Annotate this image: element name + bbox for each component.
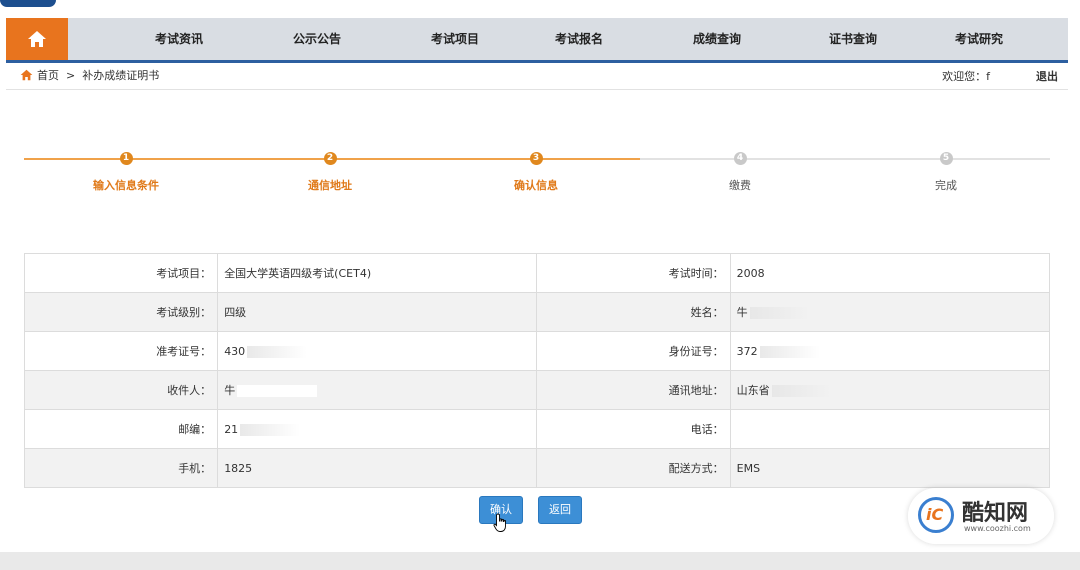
step-1: 1 输入信息条件 — [66, 152, 186, 193]
step-4-marker: 4 — [733, 152, 747, 165]
logout-link[interactable]: 退出 — [1036, 68, 1058, 84]
field-label: 通讯地址： — [536, 370, 731, 410]
nav-item-announcements[interactable]: 公示公告 — [262, 18, 372, 60]
step-5-label: 完成 — [935, 179, 957, 192]
redaction-blur — [237, 385, 318, 397]
field-label: 考试项目： — [23, 253, 219, 293]
field-value: 2008 — [729, 253, 1051, 293]
field-label: 邮编： — [23, 409, 219, 449]
field-value — [729, 409, 1051, 449]
step-5: 5 完成 — [886, 152, 1006, 193]
field-label: 考试时间： — [536, 253, 731, 293]
field-value: 山东省 — [729, 370, 1051, 410]
field-value: 21 — [217, 409, 538, 449]
field-value: 430 — [217, 331, 538, 371]
watermark-logo-icon: iC — [918, 497, 954, 533]
back-button[interactable]: 返回 — [538, 496, 582, 524]
step-3-marker: 3 — [529, 152, 543, 165]
field-value: 1825 — [217, 448, 538, 488]
redaction-blur — [240, 423, 301, 436]
nav-item-research[interactable]: 考试研究 — [924, 18, 1034, 60]
step-2-marker: 2 — [323, 152, 337, 165]
redaction-blur — [749, 307, 810, 319]
step-4-label: 缴费 — [729, 179, 751, 192]
breadcrumb-separator: > — [66, 68, 76, 82]
watermark-url: www.coozhi.com — [964, 524, 1031, 533]
field-value: EMS — [729, 448, 1051, 488]
field-label: 考试级别： — [23, 292, 219, 332]
redaction-blur — [759, 345, 820, 358]
watermark-title: 酷知网 — [962, 501, 1029, 526]
breadcrumb-home-link[interactable]: 首页 — [37, 67, 59, 83]
welcome-text: 欢迎您：f — [942, 70, 990, 83]
table-row: 准考证号： 430 身份证号： 372 — [23, 331, 1051, 371]
table-row: 收件人： 牛 通讯地址： 山东省 — [23, 370, 1051, 410]
table-row: 手机： 1825 配送方式： EMS — [23, 448, 1051, 488]
nav-item-news[interactable]: 考试资讯 — [124, 18, 234, 60]
table-row: 考试项目： 全国大学英语四级考试(CET4) 考试时间： 2008 — [23, 253, 1051, 293]
field-value: 372 — [729, 331, 1051, 371]
home-icon — [20, 69, 33, 81]
field-label: 手机： — [23, 448, 219, 488]
progress-steps: 1 输入信息条件 2 通信地址 3 确认信息 4 缴费 5 完成 — [24, 145, 1050, 205]
field-value: 牛 — [217, 370, 538, 410]
breadcrumb-current: 补办成绩证明书 — [82, 69, 160, 82]
field-value: 全国大学英语四级考试(CET4) — [217, 253, 538, 293]
home-button[interactable] — [6, 18, 68, 60]
hand-cursor-icon — [493, 513, 506, 532]
field-label: 电话： — [536, 409, 731, 449]
field-label: 准考证号： — [23, 331, 219, 371]
main-nav: 考试资讯 公示公告 考试项目 考试报名 成绩查询 证书查询 考试研究 — [6, 18, 1068, 63]
redaction-blur — [771, 385, 832, 397]
step-2: 2 通信地址 — [270, 152, 390, 193]
watermark: iC 酷知网 www.coozhi.com — [908, 488, 1054, 544]
field-label: 身份证号： — [536, 331, 731, 371]
step-1-marker: 1 — [119, 152, 133, 165]
step-2-label: 通信地址 — [308, 179, 352, 192]
field-value: 牛 — [729, 292, 1051, 332]
table-row: 邮编： 21 电话： — [23, 409, 1051, 449]
breadcrumb: 首页 > 补办成绩证明书 — [20, 67, 159, 83]
table-row: 考试级别： 四级 姓名： 牛 — [23, 292, 1051, 332]
field-label: 姓名： — [536, 292, 731, 332]
field-value: 四级 — [217, 292, 538, 332]
redaction-blur — [247, 345, 308, 358]
nav-item-projects[interactable]: 考试项目 — [400, 18, 510, 60]
nav-item-score-query[interactable]: 成绩查询 — [662, 18, 772, 60]
step-4: 4 缴费 — [680, 152, 800, 193]
step-1-label: 输入信息条件 — [93, 179, 159, 192]
breadcrumb-bar: 首页 > 补办成绩证明书 欢迎您：f 退出 — [6, 63, 1068, 90]
field-label: 配送方式： — [536, 448, 731, 488]
nav-item-certificate-query[interactable]: 证书查询 — [798, 18, 908, 60]
home-icon — [28, 31, 46, 47]
info-table: 考试项目： 全国大学英语四级考试(CET4) 考试时间： 2008 考试级别： … — [23, 253, 1051, 488]
step-5-marker: 5 — [939, 152, 953, 165]
step-3: 3 确认信息 — [476, 152, 596, 193]
nav-item-registration[interactable]: 考试报名 — [524, 18, 634, 60]
site-logo — [0, 0, 56, 7]
field-label: 收件人： — [23, 370, 219, 410]
footer-bar — [0, 552, 1080, 570]
top-strip — [0, 0, 1080, 18]
step-3-label: 确认信息 — [514, 179, 558, 192]
